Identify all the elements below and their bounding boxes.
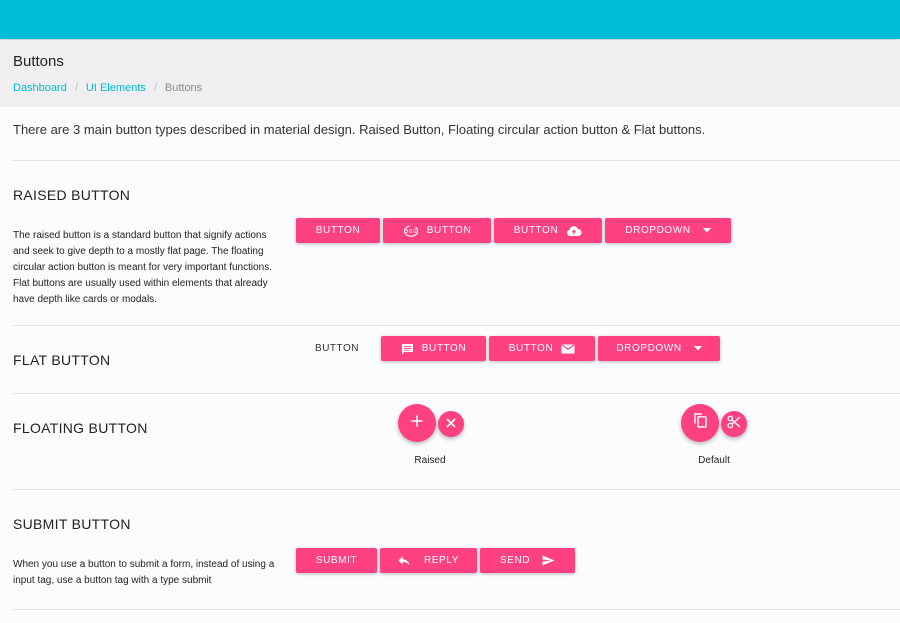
reply-button-label: REPLY <box>423 555 460 566</box>
raised-button-label: BUTTON <box>315 225 361 236</box>
breadcrumb-current: Buttons <box>164 82 203 94</box>
send-button[interactable]: SEND <box>480 548 575 573</box>
raised-dropdown-label: DROPDOWN <box>625 225 691 236</box>
plus-icon <box>411 414 423 432</box>
flat-button[interactable]: BUTTON <box>306 336 368 361</box>
breadcrumb: Dashboard / UI Elements / Buttons <box>13 82 202 94</box>
mail-icon <box>561 344 575 354</box>
flat-dropdown-button[interactable]: DROPDOWN <box>598 336 720 361</box>
flat-dropdown-label: DROPDOWN <box>616 343 682 354</box>
reply-icon <box>398 556 410 566</box>
page-header: Buttons Dashboard / UI Elements / Button… <box>0 40 900 107</box>
raised-button-label: BUTTON <box>426 225 472 236</box>
send-icon <box>542 555 555 566</box>
fab-add-button[interactable] <box>398 404 436 442</box>
submit-button-label: SUBMIT <box>315 555 358 566</box>
close-icon <box>446 415 456 433</box>
cloud-upload-icon <box>566 225 582 237</box>
flat-button-label: BUTTON <box>421 343 467 354</box>
flat-button-label: BUTTON <box>508 343 554 354</box>
raised-button-label: BUTTON <box>513 225 559 236</box>
raised-button-upload[interactable]: BUTTON <box>494 218 602 243</box>
copy-icon <box>693 413 707 433</box>
breadcrumb-dashboard-link[interactable]: Dashboard <box>13 82 67 94</box>
submit-description: When you use a button to submit a form, … <box>13 559 275 586</box>
fab-copy-button[interactable] <box>681 404 719 442</box>
floating-section-title: FLOATING BUTTON <box>13 420 148 436</box>
flat-section-title: FLAT BUTTON <box>13 352 111 368</box>
divider <box>13 609 900 610</box>
fab-group-label-default: Default <box>698 455 730 466</box>
submit-section-title: SUBMIT BUTTON <box>13 516 131 532</box>
page-title: Buttons <box>13 53 64 70</box>
flat-button-comment[interactable]: BUTTON <box>381 336 486 361</box>
top-app-bar <box>0 0 900 39</box>
divider <box>13 489 900 490</box>
divider <box>13 325 900 326</box>
scissors-icon <box>727 415 741 434</box>
raised-description: The raised button is a standard button t… <box>13 230 273 305</box>
raised-section-title: RAISED BUTTON <box>13 187 131 203</box>
fab-group-label-raised: Raised <box>414 455 446 466</box>
intro-text: There are 3 main button types described … <box>13 122 706 137</box>
flat-button-mail[interactable]: BUTTON <box>489 336 595 361</box>
breadcrumb-ui-elements-link[interactable]: UI Elements <box>86 82 146 94</box>
flat-button-label: BUTTON <box>315 343 359 354</box>
svg-text:360: 360 <box>405 229 417 235</box>
arrow-drop-down-icon <box>702 228 711 233</box>
raised-button[interactable]: BUTTON <box>296 218 380 243</box>
divider <box>13 160 900 161</box>
comment-icon <box>401 343 414 355</box>
fab-cut-button[interactable] <box>721 411 747 437</box>
reply-button[interactable]: REPLY <box>380 548 477 573</box>
raised-button-360[interactable]: 360 BUTTON <box>383 218 491 243</box>
arrow-drop-down-icon <box>693 346 702 351</box>
divider <box>13 393 900 394</box>
breadcrumb-separator: / <box>153 82 157 94</box>
submit-button[interactable]: SUBMIT <box>296 548 377 573</box>
raised-dropdown-button[interactable]: DROPDOWN <box>605 218 731 243</box>
360-icon: 360 <box>403 224 419 238</box>
fab-close-button[interactable] <box>438 411 464 437</box>
send-button-label: SEND <box>499 555 531 566</box>
breadcrumb-separator: / <box>74 82 78 94</box>
